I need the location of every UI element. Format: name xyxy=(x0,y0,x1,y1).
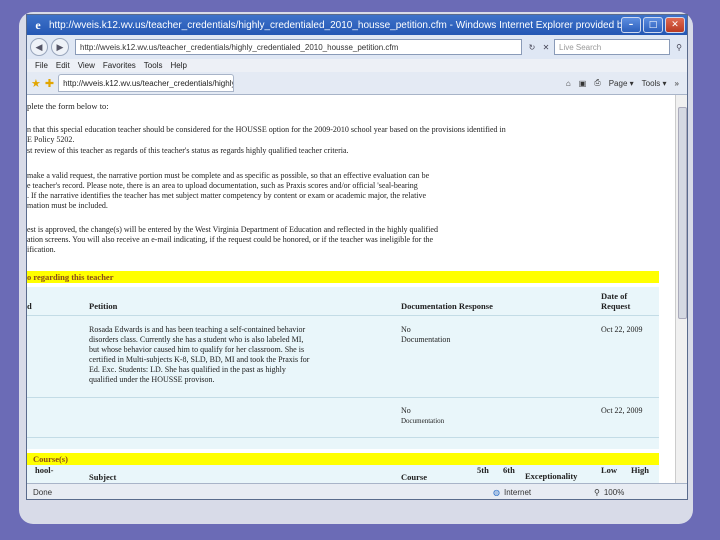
para-1-line-2: E Policy 5202. xyxy=(27,135,75,144)
col-header-subject: Subject xyxy=(89,472,117,482)
para-1-line-3: st review of this teacher as regards of … xyxy=(27,146,349,155)
title-bar: e http://wveis.k12.wv.us/teacher_credent… xyxy=(27,15,687,35)
col-header-exceptionality: Exceptionality xyxy=(525,471,578,481)
request-date: Oct 22, 2009 xyxy=(601,406,643,415)
browser-window: e http://wveis.k12.wv.us/teacher_credent… xyxy=(26,14,688,500)
table-divider xyxy=(27,397,659,398)
menu-tools[interactable]: Tools xyxy=(144,61,163,70)
col-header-low: Low xyxy=(601,465,618,475)
url-input[interactable]: http://wveis.k12.wv.us/teacher_credentia… xyxy=(75,39,522,55)
command-bar: ⌂ ▣ ⎙ Page ▾ Tools ▾ » xyxy=(566,78,687,88)
petition-table: d Petition Documentation Response Date o… xyxy=(27,287,659,449)
para-1-line-1: n that this special education teacher sh… xyxy=(27,125,506,134)
col-header-petition: Petition xyxy=(89,301,118,311)
table-divider xyxy=(27,315,659,316)
section-header-teacher: o regarding this teacher xyxy=(27,271,659,283)
page-content: plete the form below to: n that this spe… xyxy=(27,95,675,483)
zone-label: Internet xyxy=(503,487,532,497)
favorites-star-icon[interactable]: ★ xyxy=(31,77,41,90)
doc-response: No xyxy=(401,406,411,415)
col-header-high: High xyxy=(631,465,649,475)
stop-icon[interactable]: ✕ xyxy=(540,41,552,53)
petition-line: but whose behavior caused him to qualify… xyxy=(89,345,305,354)
petition-line: qualified under the HOUSSE provison. xyxy=(89,375,215,384)
back-arrow-icon[interactable]: ◀ xyxy=(30,38,48,56)
col-header-course: Course xyxy=(401,472,427,482)
courses-header-row: hool- Subject Course 5th 6th Exceptional… xyxy=(27,465,659,483)
menu-file[interactable]: File xyxy=(35,61,48,70)
col-header-date-1: Date of xyxy=(601,291,628,301)
page-menu[interactable]: Page ▾ xyxy=(609,79,634,88)
maximize-button[interactable]: □ xyxy=(643,17,663,33)
search-input[interactable]: Live Search xyxy=(554,39,670,55)
para-3-line-1: est is approved, the change(s) will be e… xyxy=(27,225,438,234)
courses-label: Course(s) xyxy=(33,454,68,464)
add-favorites-icon[interactable]: ✚ xyxy=(45,77,54,90)
print-icon[interactable]: ⎙ xyxy=(594,78,600,88)
status-text: Done xyxy=(33,487,53,497)
para-3-line-3: ification. xyxy=(27,245,56,254)
home-icon[interactable]: ⌂ xyxy=(566,79,571,88)
feeds-icon[interactable]: ▣ xyxy=(579,79,587,88)
address-bar: ◀ ▶ http://wveis.k12.wv.us/teacher_crede… xyxy=(27,35,687,59)
petition-line: Rosada Edwards is and has been teaching … xyxy=(89,325,306,334)
browser-tab[interactable]: http://wveis.k12.wv.us/teacher_credentia… xyxy=(58,74,235,92)
vertical-scrollbar[interactable] xyxy=(675,95,687,483)
ie-logo-icon: e xyxy=(35,17,41,32)
doc-response: Documentation xyxy=(401,335,451,344)
forward-arrow-icon[interactable]: ▶ xyxy=(51,38,69,56)
doc-response: No xyxy=(401,325,411,334)
minimize-button[interactable]: – xyxy=(621,17,641,33)
menu-view[interactable]: View xyxy=(78,61,95,70)
tab-bar: ★ ✚ http://wveis.k12.wv.us/teacher_crede… xyxy=(27,72,687,95)
menu-favorites[interactable]: Favorites xyxy=(103,61,136,70)
col-header-documentation: Documentation Response xyxy=(401,301,493,311)
para-3-line-2: ation screens. You will also receive an … xyxy=(27,235,434,244)
globe-icon: ◍ xyxy=(493,487,500,497)
petition-line: certified in Multi-subjects K-8, SLD, BD… xyxy=(89,355,310,364)
petition-line: disorders class. Currently she has a stu… xyxy=(89,335,304,344)
intro-text: plete the form below to: xyxy=(27,101,109,111)
para-2-line-4: mation must be included. xyxy=(27,201,108,210)
col-header-a: d xyxy=(27,301,32,311)
para-2-line-2: e teacher's record. Please note, there i… xyxy=(27,181,418,190)
col-header-date-2: Request xyxy=(601,301,631,311)
table-divider xyxy=(27,437,659,438)
search-icon[interactable]: ⚲ xyxy=(673,41,685,53)
tools-menu[interactable]: Tools ▾ xyxy=(642,79,667,88)
col-header-school: hool- xyxy=(35,465,54,475)
para-2-line-3: . If the narrative identifies the teache… xyxy=(27,191,427,200)
col-header-6th: 6th xyxy=(503,465,515,475)
more-chevron-icon[interactable]: » xyxy=(675,79,679,88)
close-button[interactable]: ✕ xyxy=(665,17,685,33)
petition-line: Ed. Exc. Students: LD. She has qualified… xyxy=(89,365,286,374)
menu-edit[interactable]: Edit xyxy=(56,61,70,70)
scrollbar-thumb[interactable] xyxy=(678,107,687,319)
refresh-icon[interactable]: ↻ xyxy=(526,41,538,53)
request-date: Oct 22, 2009 xyxy=(601,325,643,334)
zoom-level[interactable]: 100% xyxy=(604,488,624,497)
para-2-line-1: make a valid request, the narrative port… xyxy=(27,171,430,180)
zoom-icon[interactable]: ⚲ xyxy=(594,488,600,497)
col-header-5th: 5th xyxy=(477,465,489,475)
window-title: http://wveis.k12.wv.us/teacher_credentia… xyxy=(49,19,621,31)
doc-response: Documentation xyxy=(401,417,445,425)
status-bar: Done ◍ Internet ⚲ 100% xyxy=(27,483,687,499)
section-header-courses: Course(s) xyxy=(27,453,659,465)
menu-help[interactable]: Help xyxy=(170,61,186,70)
menu-bar: File Edit View Favorites Tools Help xyxy=(27,59,687,72)
